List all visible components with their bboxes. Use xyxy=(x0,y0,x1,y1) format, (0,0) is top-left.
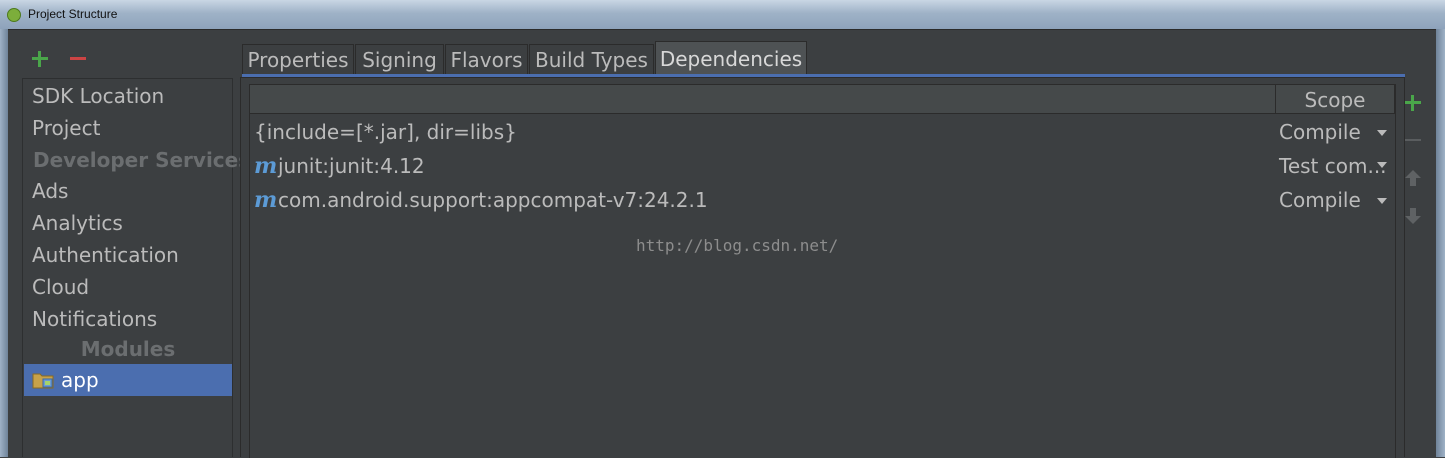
tab-properties[interactable]: Properties xyxy=(242,44,354,75)
column-header-name[interactable] xyxy=(250,85,1276,113)
dependency-name: com.android.support:appcompat-v7:24.2.1 xyxy=(278,188,708,212)
watermark: http://blog.csdn.net/ xyxy=(636,236,839,255)
dependency-cell: mjunit:junit:4.12 xyxy=(254,149,425,183)
scope-dropdown[interactable]: Compile xyxy=(1279,183,1391,217)
sidebar-item-notifications[interactable]: Notifications xyxy=(24,303,232,335)
dependencies-toolbar xyxy=(1400,88,1428,228)
sidebar-item-ads[interactable]: Ads xyxy=(24,175,232,207)
add-button[interactable] xyxy=(28,44,52,74)
maven-icon: m xyxy=(254,187,278,213)
window-title: Project Structure xyxy=(28,7,118,21)
chevron-down-icon[interactable] xyxy=(1377,162,1387,168)
sidebar-item-analytics[interactable]: Analytics xyxy=(24,207,232,239)
table-header: Scope xyxy=(250,85,1395,114)
sidebar-item-cloud[interactable]: Cloud xyxy=(24,271,232,303)
sidebar-item-sdk-location[interactable]: SDK Location xyxy=(24,80,232,112)
column-header-scope[interactable]: Scope xyxy=(1276,85,1395,113)
window-title-bar: Project Structure xyxy=(0,0,1445,30)
table-row[interactable]: mcom.android.support:appcompat-v7:24.2.1… xyxy=(250,183,1395,217)
table-row[interactable]: {include=[*.jar], dir=libs} Compile xyxy=(250,115,1395,149)
table-row[interactable]: mjunit:junit:4.12 Test com... xyxy=(250,149,1395,183)
remove-dependency-button[interactable] xyxy=(1400,126,1426,156)
sidebar-item-project[interactable]: Project xyxy=(24,112,232,144)
move-up-button[interactable] xyxy=(1400,164,1426,194)
add-dependency-button[interactable] xyxy=(1400,88,1426,118)
remove-button[interactable] xyxy=(66,44,90,74)
chevron-down-icon[interactable] xyxy=(1377,130,1387,136)
scope-dropdown[interactable]: Test com... xyxy=(1279,149,1391,183)
tab-flavors[interactable]: Flavors xyxy=(445,44,528,75)
sidebar-item-label: app xyxy=(61,368,99,392)
dependencies-table: Scope {include=[*.jar], dir=libs} Compil… xyxy=(249,84,1396,458)
module-folder-icon xyxy=(32,373,54,389)
scope-dropdown[interactable]: Compile xyxy=(1279,115,1391,149)
window-frame-right xyxy=(1436,29,1445,457)
chevron-down-icon[interactable] xyxy=(1377,198,1387,204)
sidebar: SDK Location Project Developer Services … xyxy=(22,78,250,457)
tab-build-types[interactable]: Build Types xyxy=(529,44,654,75)
sidebar-item-authentication[interactable]: Authentication xyxy=(24,239,232,271)
android-studio-icon xyxy=(7,8,21,22)
sidebar-item-app[interactable]: app xyxy=(24,364,232,396)
dependency-cell: mcom.android.support:appcompat-v7:24.2.1 xyxy=(254,183,708,217)
sidebar-header-developer-services: Developer Services xyxy=(33,148,251,172)
dependency-name: {include=[*.jar], dir=libs} xyxy=(254,120,517,144)
tab-signing[interactable]: Signing xyxy=(355,44,444,75)
dependency-name: junit:junit:4.12 xyxy=(278,154,425,178)
window-frame-left xyxy=(0,29,8,457)
dependencies-panel: Scope {include=[*.jar], dir=libs} Compil… xyxy=(240,77,1405,458)
move-down-button[interactable] xyxy=(1400,200,1426,230)
maven-icon: m xyxy=(254,153,278,179)
tab-dependencies[interactable]: Dependencies xyxy=(655,41,807,75)
sidebar-header-modules: Modules xyxy=(80,337,176,361)
